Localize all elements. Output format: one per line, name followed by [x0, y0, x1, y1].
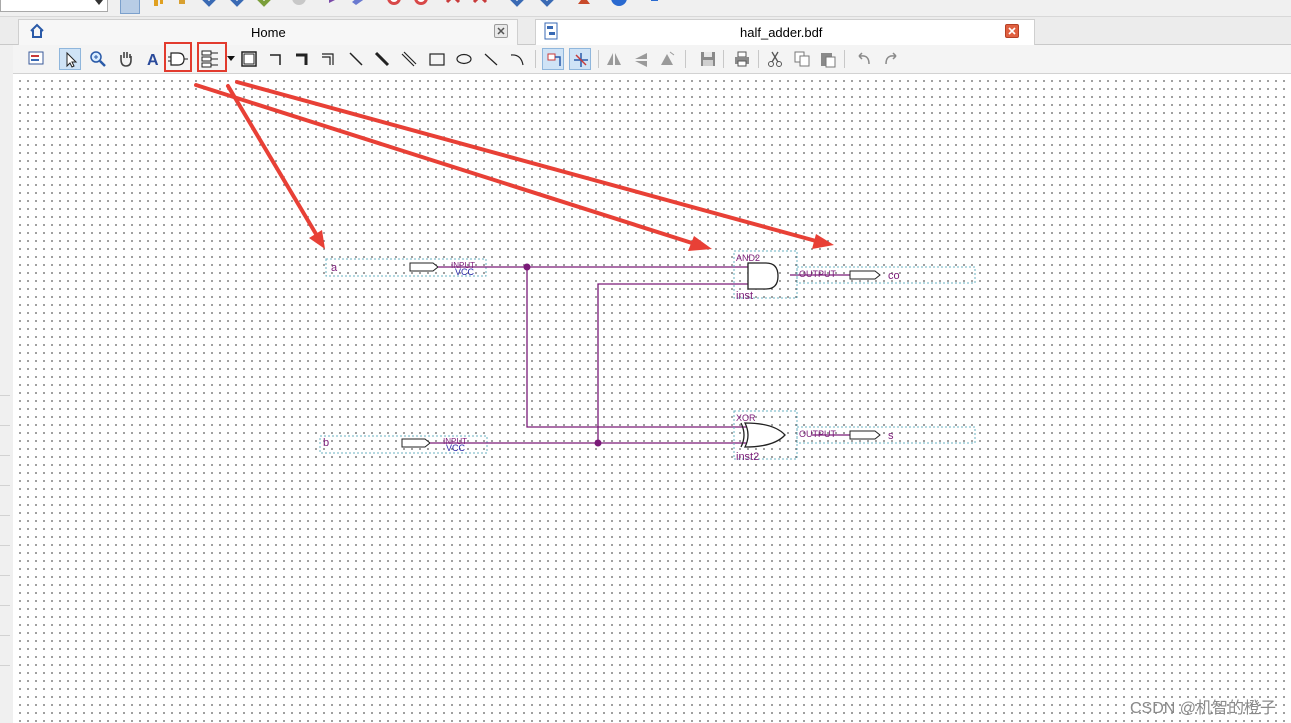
cut-button[interactable]: [764, 48, 786, 70]
text-tool-button[interactable]: A: [142, 48, 164, 70]
home-icon: [30, 23, 44, 38]
simulator-icon[interactable]: [538, 0, 556, 12]
oval-shape-button[interactable]: [453, 48, 475, 70]
signaltap-icon[interactable]: [575, 0, 593, 12]
tab-home[interactable]: Home: [18, 19, 518, 45]
selection-tool-icon: [66, 51, 78, 68]
paste-icon: [821, 53, 836, 68]
copy-button[interactable]: [791, 48, 813, 70]
pin-tool-dropdown-icon[interactable]: [227, 56, 235, 62]
diagonal-conduit-tool-icon: [401, 51, 417, 67]
compile-icon[interactable]: [200, 0, 218, 12]
project-hierarchy-dropdown[interactable]: [0, 0, 108, 12]
whats-this-icon[interactable]: [645, 0, 663, 12]
diagonal-node-tool-button[interactable]: [345, 48, 367, 70]
orthogonal-node-tool-button[interactable]: [266, 48, 288, 70]
partial-line-selection-icon: [574, 53, 588, 67]
orthogonal-conduit-tool-icon: [322, 53, 334, 65]
text-tool-icon: A: [147, 52, 159, 68]
help-icon[interactable]: [610, 0, 628, 12]
oval-shape-icon: [456, 53, 472, 65]
rotate-icon: [661, 51, 675, 65]
assignment-icon[interactable]: [175, 0, 193, 12]
pin-tool-icon: [201, 50, 218, 68]
rectangle-shape-button[interactable]: [426, 48, 448, 70]
technology-map-viewer-icon[interactable]: [472, 0, 490, 12]
rectangle-tool-icon: [241, 51, 257, 67]
close-home-tab-button[interactable]: [494, 24, 508, 38]
chip-planner-icon[interactable]: [120, 0, 140, 14]
block-diagram-file-icon: [544, 22, 558, 40]
orthogonal-bus-tool-button[interactable]: [292, 48, 314, 70]
rubberbanding-button[interactable]: [542, 48, 564, 70]
rectangle-shape-icon: [429, 53, 445, 66]
watermark-text: CSDN @机智的橙子: [1130, 700, 1277, 717]
arc-shape-button[interactable]: [506, 48, 528, 70]
zoom-tool-button[interactable]: [87, 48, 109, 70]
detach-window-button[interactable]: [26, 48, 48, 70]
save-button[interactable]: [697, 48, 719, 70]
zoom-tool-icon: [90, 51, 106, 67]
assembler-icon[interactable]: [350, 0, 368, 12]
flip-horizontal-icon: [607, 53, 621, 65]
redo-button[interactable]: [880, 48, 902, 70]
diagonal-conduit-tool-button[interactable]: [398, 48, 420, 70]
orthogonal-bus-tool-icon: [296, 53, 308, 65]
undo-icon: [858, 52, 870, 65]
block-tool-button[interactable]: [238, 48, 260, 70]
pin-planner-icon[interactable]: [150, 0, 168, 12]
rubberbanding-icon: [547, 53, 561, 66]
analysis-icon[interactable]: [228, 0, 246, 12]
rtl-viewer-icon[interactable]: [445, 0, 463, 12]
hand-tool-icon: [120, 52, 132, 67]
fitter-icon[interactable]: [255, 0, 273, 12]
print-button[interactable]: [731, 48, 753, 70]
tab-home-label: Home: [251, 25, 286, 40]
svg-text:A: A: [147, 52, 159, 68]
pin-tool-button[interactable]: [197, 42, 227, 72]
hand-tool-button[interactable]: [115, 48, 137, 70]
timing-analyzer-icon[interactable]: [385, 0, 403, 12]
rotate-button[interactable]: [656, 48, 678, 70]
document-tab-bar: Home half_adder.bdf: [0, 17, 1291, 45]
main-toolbar: [0, 0, 1291, 17]
flip-vertical-button[interactable]: [630, 48, 652, 70]
tab-half-adder-label: half_adder.bdf: [740, 25, 823, 40]
arc-shape-icon: [510, 54, 524, 66]
schematic-canvas[interactable]: [13, 74, 1291, 723]
save-icon: [701, 52, 715, 66]
line-shape-button[interactable]: [480, 48, 502, 70]
eda-netlist-icon[interactable]: [412, 0, 430, 12]
tab-half-adder[interactable]: half_adder.bdf: [535, 19, 1035, 45]
programmer-icon[interactable]: [508, 0, 526, 12]
symbol-tool-icon: [168, 52, 188, 66]
diagonal-bus-tool-icon: [374, 51, 390, 67]
project-navigator-panel: [0, 45, 14, 723]
orthogonal-node-tool-icon: [270, 54, 281, 65]
paste-button[interactable]: [817, 48, 839, 70]
stop-icon[interactable]: [290, 0, 308, 12]
close-icon: [1008, 27, 1016, 35]
close-document-tab-button[interactable]: [1005, 24, 1019, 38]
redo-icon: [885, 52, 897, 65]
symbol-tool-button[interactable]: [164, 42, 192, 72]
diagonal-node-tool-icon: [349, 52, 363, 66]
flip-horizontal-button[interactable]: [603, 48, 625, 70]
print-icon: [735, 51, 749, 67]
compile-project-icon: [28, 51, 44, 65]
cut-icon: [768, 51, 782, 67]
start-compilation-icon[interactable]: [325, 0, 343, 12]
flip-vertical-icon: [635, 53, 647, 67]
undo-button[interactable]: [853, 48, 875, 70]
copy-icon: [794, 51, 810, 67]
block-editor-toolbar: A: [13, 42, 1291, 74]
selection-tool-button[interactable]: [59, 48, 81, 70]
partial-line-selection-button[interactable]: [569, 48, 591, 70]
orthogonal-conduit-tool-button[interactable]: [318, 48, 340, 70]
line-shape-icon: [484, 53, 498, 66]
close-icon: [497, 27, 505, 35]
diagonal-bus-tool-button[interactable]: [371, 48, 393, 70]
